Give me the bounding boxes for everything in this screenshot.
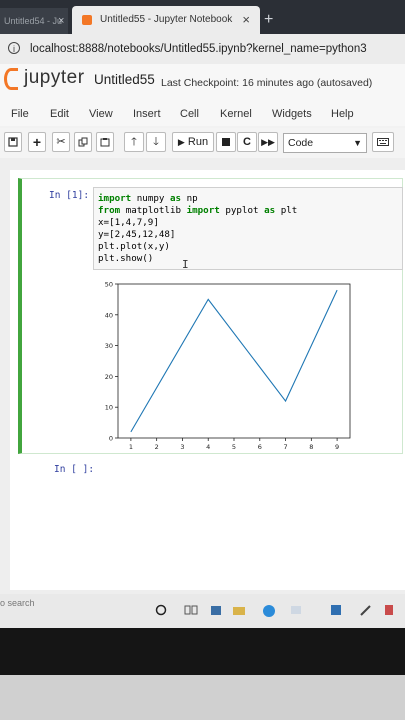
y-tick-label: 40 bbox=[105, 311, 113, 319]
copy-button[interactable] bbox=[74, 132, 92, 152]
address-bar: i localhost:8888/notebooks/Untitled55.ip… bbox=[0, 34, 405, 65]
menu-cell[interactable]: Cell bbox=[180, 102, 199, 126]
new-tab-icon[interactable]: + bbox=[264, 8, 273, 32]
y-tick-label: 50 bbox=[105, 281, 113, 289]
task-view-icon[interactable] bbox=[184, 604, 198, 618]
up-arrow-icon: 🡑 bbox=[131, 136, 137, 148]
jupyter-favicon-icon bbox=[82, 15, 92, 25]
browser-tab-previous-title: Untitled54 - Ju bbox=[4, 16, 63, 26]
chevron-down-icon: ▼ bbox=[353, 138, 362, 148]
app-icon[interactable] bbox=[330, 604, 342, 618]
jupyter-header: jupyter Untitled55 Last Checkpoint: 16 m… bbox=[0, 64, 405, 102]
code-line: from matplotlib import pyplot as plt bbox=[98, 205, 298, 216]
menu-view[interactable]: View bbox=[89, 102, 113, 126]
windows-store-icon[interactable] bbox=[210, 604, 222, 618]
code-line: plt.plot(x,y) bbox=[98, 241, 170, 252]
code-line: y=[2,45,12,48] bbox=[98, 229, 176, 240]
cut-button[interactable]: ✂ bbox=[52, 132, 70, 152]
save-button[interactable] bbox=[4, 132, 22, 152]
cell-type-select[interactable]: Code ▼ bbox=[283, 133, 367, 153]
checkpoint-status: Last Checkpoint: 16 minutes ago (autosav… bbox=[161, 77, 373, 89]
insert-cell-button[interactable]: + bbox=[28, 132, 46, 152]
taskbar-search[interactable]: o search bbox=[0, 594, 35, 612]
x-tick-label: 4 bbox=[206, 443, 210, 450]
y-tick-label: 30 bbox=[105, 342, 113, 350]
browser-tab-title: Untitled55 - Jupyter Notebook bbox=[100, 14, 233, 25]
save-icon bbox=[8, 137, 18, 147]
y-tick-label: 10 bbox=[105, 404, 113, 412]
move-down-button[interactable]: 🡓 bbox=[146, 132, 166, 152]
copy-icon bbox=[78, 137, 88, 147]
jupyter-logo-icon[interactable] bbox=[4, 68, 18, 90]
close-icon[interactable]: × bbox=[58, 8, 64, 34]
text-cursor-icon: I bbox=[182, 258, 189, 271]
file-explorer-icon[interactable] bbox=[232, 604, 246, 618]
x-tick-label: 6 bbox=[258, 443, 262, 450]
notebook-name[interactable]: Untitled55 bbox=[94, 70, 155, 90]
menu-file[interactable]: File bbox=[11, 102, 29, 126]
browser-tab-strip: Untitled54 - Ju × Untitled55 - Jupyter N… bbox=[0, 0, 405, 34]
code-line: import numpy as np bbox=[98, 193, 198, 204]
menu-kernel[interactable]: Kernel bbox=[220, 102, 252, 126]
run-label: Run bbox=[187, 136, 209, 148]
close-icon[interactable]: × bbox=[242, 6, 250, 34]
code-line: x=[1,4,7,9] bbox=[98, 217, 159, 228]
info-icon[interactable]: i bbox=[8, 42, 20, 54]
empty-cell-prompt: In [ ]: bbox=[54, 464, 95, 475]
cut-icon: ✂ bbox=[56, 136, 66, 148]
paste-icon bbox=[100, 138, 110, 147]
menu-bar: File Edit View Insert Cell Kernel Widget… bbox=[0, 102, 405, 126]
code-line: plt.show() bbox=[98, 253, 154, 264]
interrupt-button[interactable] bbox=[216, 132, 236, 152]
x-tick-label: 5 bbox=[232, 443, 236, 450]
edge-browser-icon[interactable] bbox=[262, 604, 276, 618]
x-tick-label: 3 bbox=[180, 443, 184, 450]
taskbar: o search bbox=[0, 594, 405, 628]
down-arrow-icon: 🡓 bbox=[153, 136, 159, 148]
plus-icon: + bbox=[32, 134, 42, 150]
restart-icon: C bbox=[243, 136, 251, 148]
restart-run-all-button[interactable]: ▶▶ bbox=[258, 132, 278, 152]
restart-button[interactable]: C bbox=[237, 132, 257, 152]
move-up-button[interactable]: 🡑 bbox=[124, 132, 144, 152]
menu-insert[interactable]: Insert bbox=[133, 102, 161, 126]
x-tick-label: 7 bbox=[283, 443, 287, 450]
run-icon: ▶ bbox=[177, 137, 185, 147]
stop-icon bbox=[222, 138, 230, 146]
plot-frame bbox=[117, 283, 351, 439]
notes-icon[interactable] bbox=[383, 604, 395, 618]
paste-button[interactable] bbox=[96, 132, 114, 152]
mail-icon[interactable] bbox=[290, 604, 302, 618]
x-tick-label: 8 bbox=[309, 443, 313, 450]
x-tick-label: 1 bbox=[129, 443, 133, 450]
y-tick-label: 0 bbox=[109, 435, 113, 443]
desk-surface bbox=[0, 675, 405, 720]
x-tick-label: 2 bbox=[155, 443, 159, 450]
run-button[interactable]: ▶ Run bbox=[172, 132, 214, 152]
menu-edit[interactable]: Edit bbox=[50, 102, 69, 126]
code-editor[interactable]: import numpy as np from matplotlib impor… bbox=[93, 187, 403, 270]
menu-widgets[interactable]: Widgets bbox=[272, 102, 312, 126]
jupyter-logo-text[interactable]: jupyter bbox=[24, 64, 85, 92]
cortana-icon[interactable] bbox=[155, 604, 167, 618]
cell-prompt: In [1]: bbox=[49, 190, 90, 201]
y-tick-label: 20 bbox=[105, 373, 113, 381]
menu-help[interactable]: Help bbox=[331, 102, 354, 126]
url-field[interactable]: localhost:8888/notebooks/Untitled55.ipyn… bbox=[30, 34, 367, 64]
cell-type-value: Code bbox=[288, 137, 314, 149]
browser-tab-active[interactable]: Untitled55 - Jupyter Notebook × bbox=[72, 6, 260, 34]
fast-forward-icon: ▶▶ bbox=[261, 137, 275, 147]
pen-icon[interactable] bbox=[360, 604, 372, 618]
line-plot: 0 10 20 30 40 50 1 2 3 4 5 6 7 8 9 bbox=[105, 281, 351, 450]
x-tick-label: 9 bbox=[335, 443, 339, 450]
keyboard-icon bbox=[377, 138, 389, 146]
notebook-toolbar: + ✂ 🡑 🡓 ▶ Run C ▶▶ Code ▼ bbox=[0, 128, 405, 159]
command-palette-button[interactable] bbox=[372, 132, 394, 152]
